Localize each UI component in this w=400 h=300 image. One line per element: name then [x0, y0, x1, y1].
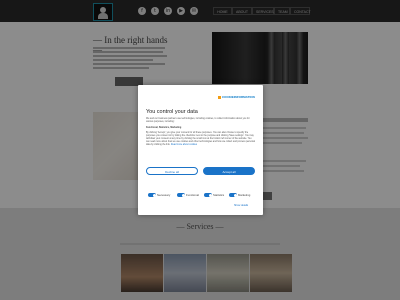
consent-details-text: By clicking 'Accept', you give your cons…	[146, 132, 255, 146]
decline-all-button[interactable]: Decline all	[146, 167, 198, 175]
necessary-label: Necessary	[157, 193, 171, 197]
consent-purposes: Functional, Statistics, Marketing	[146, 127, 182, 129]
consent-category-toggles: Necessary Functional Statistics Marketin…	[146, 191, 256, 201]
show-details-link[interactable]: Show details	[234, 204, 248, 207]
functional-toggle[interactable]	[177, 193, 185, 197]
consent-title: You control your data	[146, 109, 198, 115]
cookie-information-mark-icon	[218, 95, 221, 99]
marketing-label: Marketing	[238, 193, 251, 197]
necessary-toggle[interactable]	[148, 193, 156, 197]
accept-all-button[interactable]: Accept all	[203, 167, 255, 175]
functional-label: Functional	[186, 193, 199, 197]
read-more-link[interactable]: Read more about cookies	[171, 144, 197, 146]
cookie-consent-dialog: COOKIEINFORMATION You control your data …	[138, 85, 263, 215]
consent-intro: We and our business partners use technol…	[146, 118, 250, 123]
marketing-toggle[interactable]	[229, 193, 237, 197]
statistics-toggle[interactable]	[204, 193, 212, 197]
cookie-information-logo: COOKIEINFORMATION	[218, 95, 260, 99]
statistics-label: Statistics	[213, 193, 225, 197]
